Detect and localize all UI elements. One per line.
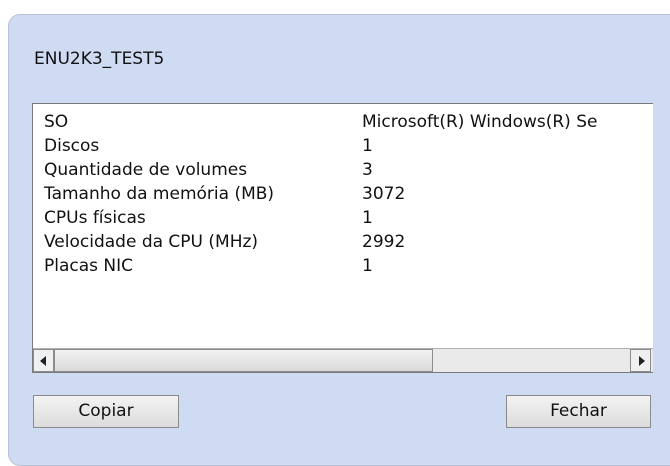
detail-value: 3072 [362, 184, 406, 204]
detail-label: Placas NIC [44, 256, 134, 276]
arrow-left-icon [40, 356, 46, 366]
detail-label: Velocidade da CPU (MHz) [44, 232, 259, 252]
detail-label: SO [44, 112, 69, 132]
detail-row-memory[interactable]: Tamanho da memória (MB) 3072 [33, 184, 653, 208]
detail-label: Tamanho da memória (MB) [44, 184, 275, 204]
detail-row-os[interactable]: SO Microsoft(R) Windows(R) Se [33, 112, 653, 136]
detail-label: Discos [44, 136, 100, 156]
details-rows: SO Microsoft(R) Windows(R) Se Discos 1 Q… [33, 112, 653, 280]
scrollbar-thumb[interactable] [54, 349, 433, 372]
detail-row-disks[interactable]: Discos 1 [33, 136, 653, 160]
detail-row-cpu-speed[interactable]: Velocidade da CPU (MHz) 2992 [33, 232, 653, 256]
detail-row-nics[interactable]: Placas NIC 1 [33, 256, 653, 280]
details-listbox[interactable]: SO Microsoft(R) Windows(R) Se Discos 1 Q… [32, 103, 653, 373]
scroll-left-button[interactable] [33, 349, 54, 372]
detail-value: 3 [362, 160, 373, 180]
detail-row-volumes[interactable]: Quantidade de volumes 3 [33, 160, 653, 184]
scroll-right-button[interactable] [630, 349, 651, 372]
copy-button[interactable]: Copiar [33, 395, 179, 428]
detail-value: 1 [362, 256, 373, 276]
horizontal-scrollbar[interactable] [33, 348, 653, 372]
detail-value: 1 [362, 208, 373, 228]
detail-value: 1 [362, 136, 373, 156]
detail-label: Quantidade de volumes [44, 160, 248, 180]
detail-row-cpus[interactable]: CPUs físicas 1 [33, 208, 653, 232]
detail-value: Microsoft(R) Windows(R) Se [362, 112, 598, 132]
close-button[interactable]: Fechar [506, 395, 651, 428]
detail-label: CPUs físicas [44, 208, 146, 228]
dialog-title: ENU2K3_TEST5 [34, 49, 165, 69]
detail-value: 2992 [362, 232, 406, 252]
arrow-right-icon [639, 356, 645, 366]
